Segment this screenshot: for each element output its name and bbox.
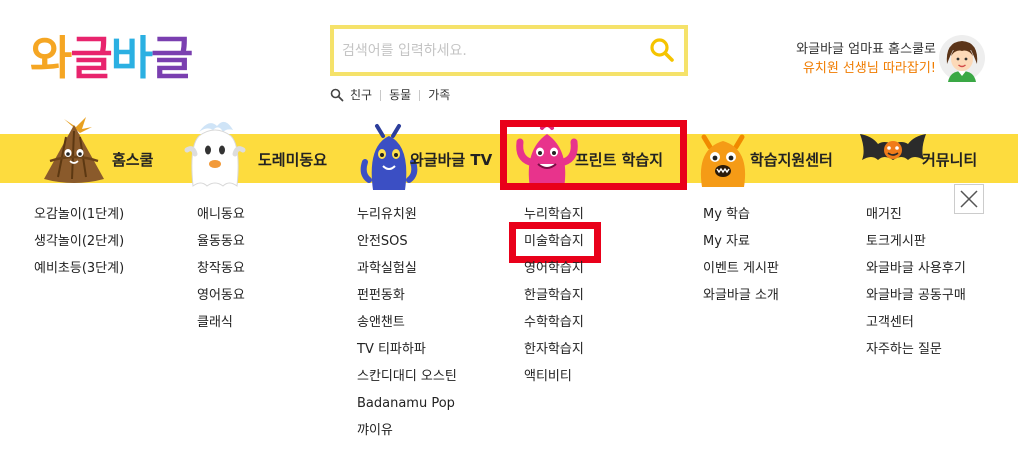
- menu-column-learning-support: My 학습 My 자료 이벤트 게시판 와글바글 소개: [703, 207, 779, 315]
- quick-link-family[interactable]: 가족: [420, 88, 458, 102]
- logo-char: 바: [110, 31, 153, 85]
- menu-item[interactable]: 펀펀동화: [357, 288, 457, 315]
- menu-item[interactable]: 오감놀이(1단계): [34, 207, 124, 234]
- menu-item[interactable]: 꺄이유: [357, 423, 457, 450]
- menu-item[interactable]: 율동동요: [197, 234, 245, 261]
- nav-label: 홈스쿨: [112, 151, 154, 169]
- menu-column-doremi-songs: 애니동요 율동동요 창작동요 영어동요 클래식: [197, 207, 245, 342]
- site-logo[interactable]: 와글바글: [30, 28, 193, 88]
- menu-column-community: 매거진 토크게시판 와글바글 사용후기 와글바글 공동구매 고객센터 자주하는 …: [866, 207, 966, 369]
- page: 와글바글 친구 동물 가족 와글바글 엄마표 홈스쿨로 유치원 선생님 따라잡기…: [0, 0, 1018, 451]
- menu-item[interactable]: 영어학습지: [524, 261, 584, 288]
- nav-label: 커뮤니티: [922, 151, 978, 169]
- menu-item[interactable]: 미술학습지: [524, 234, 584, 261]
- menu-item[interactable]: My 자료: [703, 234, 779, 261]
- quick-link-friend[interactable]: 친구: [348, 88, 380, 102]
- logo-char: 글: [70, 31, 112, 85]
- logo-char: 글: [150, 31, 193, 85]
- menu-item[interactable]: 와글바글 사용후기: [866, 261, 966, 288]
- menu-item[interactable]: 한글학습지: [524, 288, 584, 315]
- menu-item[interactable]: 와글바글 공동구매: [866, 288, 966, 315]
- menu-item[interactable]: 스칸디대디 오스틴: [357, 369, 457, 396]
- nav-label: 프린트 학습지: [575, 151, 664, 169]
- menu-item[interactable]: 과학실험실: [357, 261, 457, 288]
- menu-item[interactable]: 클래식: [197, 315, 245, 342]
- search-input[interactable]: [342, 36, 632, 66]
- menu-item[interactable]: 한자학습지: [524, 342, 584, 369]
- acorn-mascot-icon: [44, 117, 104, 183]
- orange-monster-mascot-icon: [700, 134, 746, 187]
- search-icon: [330, 88, 344, 102]
- nav-item-print-worksheets[interactable]: 프린트 학습지: [500, 124, 690, 188]
- menu-column-wagle-tv: 누리유치원 안전SOS 과학실험실 펀펀동화 송앤챈트 TV 티파하파 스칸디대…: [357, 207, 457, 450]
- menu-item[interactable]: 수학학습지: [524, 315, 584, 342]
- promo-line-1: 와글바글 엄마표 홈스쿨로: [796, 42, 936, 57]
- menu-item[interactable]: 자주하는 질문: [866, 342, 966, 369]
- menu-column-print-worksheets: 누리학습지 미술학습지 영어학습지 한글학습지 수학학습지 한자학습지 액티비티: [524, 207, 584, 396]
- menu-item[interactable]: 애니동요: [197, 207, 245, 234]
- promo-text[interactable]: 와글바글 엄마표 홈스쿨로 유치원 선생님 따라잡기!: [796, 40, 936, 78]
- nav-item-wagle-tv[interactable]: 와글바글 TV: [345, 124, 500, 190]
- search-icon: [650, 37, 674, 62]
- nav-label: 와글바글 TV: [410, 151, 493, 169]
- quick-link-animal[interactable]: 동물: [381, 88, 419, 102]
- pink-monster-mascot-icon: [516, 124, 578, 188]
- menu-item[interactable]: My 학습: [703, 207, 779, 234]
- menu-item[interactable]: Badanamu Pop: [357, 396, 457, 423]
- search-button[interactable]: [646, 35, 678, 67]
- menu-item[interactable]: TV 티파하파: [357, 342, 457, 369]
- nav-item-learning-support-center[interactable]: 학습지원센터: [690, 134, 850, 187]
- menu-item[interactable]: 매거진: [866, 207, 966, 234]
- nav-label: 학습지원센터: [750, 151, 833, 169]
- menu-item[interactable]: 액티비티: [524, 369, 584, 396]
- nav-label: 도레미동요: [258, 151, 328, 169]
- menu-item[interactable]: 안전SOS: [357, 234, 457, 261]
- menu-item[interactable]: 누리학습지: [524, 207, 584, 234]
- menu-item[interactable]: 송앤챈트: [357, 315, 457, 342]
- menu-item[interactable]: 영어동요: [197, 288, 245, 315]
- menu-item[interactable]: 이벤트 게시판: [703, 261, 779, 288]
- logo-char: 와: [30, 31, 72, 85]
- menu-item[interactable]: 와글바글 소개: [703, 288, 779, 315]
- menu-item[interactable]: 예비초등(3단계): [34, 261, 124, 288]
- menu-item[interactable]: 창작동요: [197, 261, 245, 288]
- quick-keyword-links: 친구 동물 가족: [330, 87, 458, 103]
- menu-column-homeschool: 오감놀이(1단계) 생각놀이(2단계) 예비초등(3단계): [34, 207, 124, 288]
- nav-item-homeschool[interactable]: 홈스쿨: [0, 117, 175, 183]
- menu-item[interactable]: 고객센터: [866, 315, 966, 342]
- menu-item[interactable]: 토크게시판: [866, 234, 966, 261]
- search-box: [330, 25, 688, 76]
- nav-item-community[interactable]: 커뮤니티: [850, 134, 1018, 183]
- bat-mascot-icon: [860, 134, 926, 160]
- menu-item[interactable]: 누리유치원: [357, 207, 457, 234]
- menu-item[interactable]: 생각놀이(2단계): [34, 234, 124, 261]
- nav-item-doremi-songs[interactable]: 도레미동요: [175, 121, 345, 187]
- main-nav: 홈스쿨 도레미동요 와글바글 TV 프린트 학습지 학습지원센터 커뮤니티: [0, 117, 1018, 190]
- ghost-mascot-icon: [184, 121, 246, 187]
- promo-line-2: 유치원 선생님 따라잡기!: [802, 61, 936, 76]
- teacher-avatar-icon: [939, 35, 985, 82]
